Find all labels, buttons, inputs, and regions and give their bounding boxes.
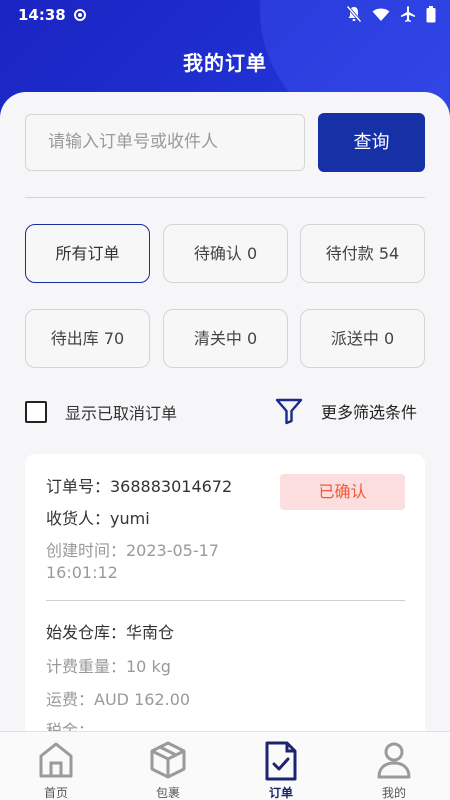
nav-item-package[interactable]: 包裹 (112, 732, 224, 800)
status-badge: 已确认 (280, 474, 405, 510)
filter-funnel-icon (275, 398, 303, 425)
order-number: 订单号：368883014672 (46, 477, 233, 496)
filter-delivering[interactable]: 派送中 0 (300, 309, 425, 368)
nav-item-profile[interactable]: 我的 (338, 732, 450, 800)
show-cancelled-label: 显示已取消订单 (65, 404, 178, 423)
package-icon (150, 741, 186, 779)
filter-customs-clearance[interactable]: 清关中 0 (163, 309, 288, 368)
wifi-icon (372, 8, 390, 21)
filter-pending-payment[interactable]: 待付款 54 (300, 224, 425, 283)
home-icon (39, 742, 73, 778)
filter-all-orders[interactable]: 所有订单 (25, 224, 150, 283)
main-content: 请输入订单号或收件人 查询 所有订单 待确认 0 待付款 54 待出库 70 清… (0, 92, 450, 800)
page-title: 我的订单 (183, 51, 267, 75)
status-icons (346, 5, 436, 23)
status-time: 14:38 (18, 6, 66, 24)
order-weight: 计费重量：10 kg (46, 657, 171, 676)
order-icon (265, 741, 297, 781)
mute-bell-icon (346, 5, 362, 23)
battery-icon (426, 5, 436, 22)
airplane-icon (401, 5, 415, 22)
card-divider (46, 600, 405, 601)
status-bar: 14:38 (0, 0, 450, 30)
nav-label-profile: 我的 (381, 786, 406, 800)
show-cancelled-checkbox[interactable] (25, 401, 47, 423)
order-receiver: 收货人：yumi (46, 509, 150, 528)
nav-label-order: 订单 (268, 786, 293, 800)
order-card[interactable]: 订单号：368883014672 已确认 收货人：yumi 创建时间：2023-… (25, 454, 425, 774)
user-icon (377, 742, 411, 779)
nav-item-home[interactable]: 首页 (0, 732, 112, 800)
nav-label-home: 首页 (43, 786, 68, 800)
order-created-date: 创建时间：2023-05-17 (46, 541, 219, 560)
order-freight: 运费：AUD 162.00 (46, 690, 191, 709)
more-filters-button[interactable]: 更多筛选条件 (275, 397, 417, 425)
notification-dot-icon (74, 9, 86, 21)
filter-pending-confirm[interactable]: 待确认 0 (163, 224, 288, 283)
more-filters-label: 更多筛选条件 (321, 403, 418, 422)
filter-pending-outbound[interactable]: 待出库 70 (25, 309, 150, 368)
bottom-nav: 首页 包裹 订单 我的 (0, 731, 450, 800)
search-input[interactable]: 请输入订单号或收件人 (25, 114, 305, 171)
nav-item-order[interactable]: 订单 (225, 732, 337, 800)
nav-label-package: 包裹 (155, 786, 180, 800)
divider (25, 197, 425, 198)
order-created-time: 16:01:12 (46, 563, 118, 582)
search-button[interactable]: 查询 (318, 113, 425, 172)
order-warehouse: 始发仓库：华南仓 (46, 623, 175, 642)
show-cancelled-toggle[interactable]: 显示已取消订单 (25, 400, 177, 424)
